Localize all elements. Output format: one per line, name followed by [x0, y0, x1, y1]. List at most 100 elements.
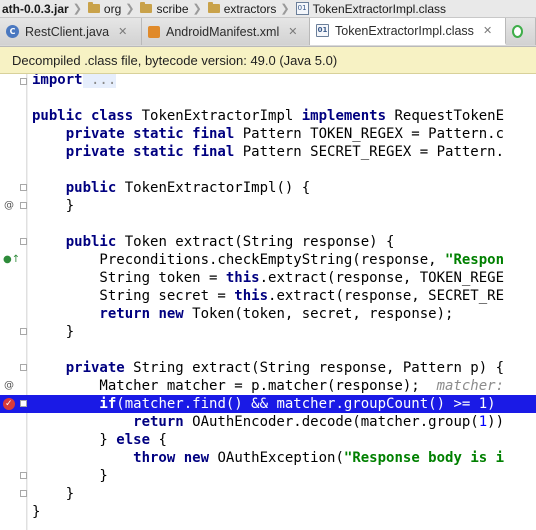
code-text: Preconditions.checkEmptyString(response,: [32, 252, 446, 268]
code-text: Pattern SECRET_REGEX = Pattern.: [234, 144, 505, 160]
breadcrumb: ath-0.0.3.jar ❯ org ❯ scribe ❯ extractors ❯ …: [0, 0, 536, 18]
folder-icon: [207, 2, 220, 13]
code-line[interactable]: private static final Pattern TOKEN_REGEX…: [0, 125, 536, 143]
keyword: public: [32, 180, 117, 196]
code-text: RequestTokenE: [386, 108, 505, 124]
class-file-icon: 01: [316, 24, 329, 37]
code-line[interactable]: }: [0, 467, 536, 485]
close-icon[interactable]: ✕: [288, 25, 297, 38]
code-line[interactable]: ●↑ public Token extract(String response)…: [0, 233, 536, 265]
code-text: (matcher.find() && matcher.groupCount() …: [116, 396, 479, 412]
editor-tab-bar: C RestClient.java ✕ AndroidManifest.xml …: [0, 18, 536, 47]
code-text: {: [150, 432, 167, 448]
keyword: throw: [32, 450, 176, 466]
code-line[interactable]: Preconditions.checkEmptyString(response,…: [0, 251, 536, 269]
fold-toggle-icon[interactable]: [20, 400, 27, 407]
keyword: new: [183, 450, 210, 466]
code-text: TokenExtractorImpl() {: [116, 180, 311, 196]
fold-toggle-icon[interactable]: [20, 184, 27, 191]
code-line[interactable]: }: [0, 503, 536, 521]
keyword: return: [32, 414, 184, 430]
code-line[interactable]: throw new OAuthException("Response body …: [0, 449, 536, 467]
folded-region[interactable]: ...: [82, 74, 117, 88]
code-text: Matcher matcher = p.matcher(response);: [32, 378, 437, 394]
fold-toggle-icon[interactable]: [20, 490, 27, 497]
breadcrumb-item-org[interactable]: org ❯: [86, 0, 139, 17]
xml-file-icon: [148, 25, 160, 38]
code-text: OAuthEncoder.decode(matcher.group(: [183, 414, 479, 430]
keyword: return: [32, 306, 151, 322]
number-literal: 1: [478, 396, 488, 412]
code-text: String extract(String response, Pattern …: [124, 360, 505, 376]
keyword: private static final: [32, 126, 235, 142]
breadcrumb-item-jar[interactable]: ath-0.0.3.jar ❯: [0, 0, 86, 17]
breadcrumb-separator-icon: ❯: [192, 3, 202, 15]
code-text: String token =: [32, 270, 226, 286]
close-icon[interactable]: ✕: [118, 25, 127, 38]
code-text: TokenExtractorImpl: [133, 108, 302, 124]
keyword: this: [234, 288, 269, 304]
breadcrumb-item-class[interactable]: 01 TokenExtractorImpl.class: [294, 0, 450, 17]
code-line[interactable]: private static final Pattern SECRET_REGE…: [0, 143, 536, 161]
code-line[interactable]: return new Token(token, secret, response…: [0, 305, 536, 323]
code-text: )): [487, 414, 505, 430]
fold-toggle-icon[interactable]: [20, 472, 27, 479]
code-line[interactable]: String secret = this.extract(response, S…: [0, 287, 536, 305]
code-line[interactable]: return OAuthEncoder.decode(matcher.group…: [0, 413, 536, 431]
keyword: else: [116, 432, 151, 448]
code-text: Pattern TOKEN_REGEX = Pattern.c: [234, 126, 505, 142]
code-editor[interactable]: import ... public class TokenExtractorIm…: [0, 74, 536, 530]
folder-icon: [140, 2, 153, 13]
code-text: }: [32, 432, 117, 448]
keyword: public: [32, 234, 117, 250]
breadcrumb-separator-icon: ❯: [72, 3, 82, 15]
java-class-icon: C: [6, 25, 19, 38]
tab-label: RestClient.java: [25, 24, 110, 39]
fold-toggle-icon[interactable]: [20, 238, 27, 245]
keyword: private: [32, 360, 125, 376]
tab-restclient-java[interactable]: C RestClient.java ✕: [0, 18, 142, 45]
code-line[interactable]: }: [0, 485, 536, 503]
keyword: this: [225, 270, 260, 286]
code-line[interactable]: }: [0, 197, 536, 215]
string-literal: "Respon: [445, 252, 505, 268]
breakpoint-icon[interactable]: [3, 395, 15, 413]
keyword: public class: [32, 108, 134, 124]
fold-toggle-icon[interactable]: [20, 78, 27, 85]
tab-label: TokenExtractorImpl.class: [335, 23, 474, 38]
breadcrumb-item-scribe[interactable]: scribe ❯: [138, 0, 205, 17]
breadcrumb-label: scribe: [156, 1, 189, 16]
code-line-current-execution[interactable]: if(matcher.find() && matcher.groupCount(…: [0, 395, 536, 413]
keyword: private static final: [32, 144, 235, 160]
keyword: implements: [301, 108, 387, 124]
fold-toggle-icon[interactable]: [20, 364, 27, 371]
tab-tokenextractorimpl-class[interactable]: 01 TokenExtractorImpl.class ✕: [310, 18, 506, 45]
fold-toggle-icon[interactable]: [20, 202, 27, 209]
code-line[interactable]: import ...: [0, 74, 536, 89]
code-text: Token(token, secret, response);: [183, 306, 454, 322]
code-line[interactable]: }: [0, 323, 536, 341]
code-line[interactable]: } else {: [0, 431, 536, 449]
code-line[interactable]: @ private String extract(String response…: [0, 359, 536, 391]
code-text: }: [32, 198, 75, 214]
tab-androidmanifest-xml[interactable]: AndroidManifest.xml ✕: [142, 18, 310, 45]
code-line[interactable]: String token = this.extract(response, TO…: [0, 269, 536, 287]
fold-toggle-icon[interactable]: [20, 328, 27, 335]
close-icon[interactable]: ✕: [483, 24, 492, 37]
code-line[interactable]: public class TokenExtractorImpl implemen…: [0, 107, 536, 125]
code-text: }: [32, 468, 108, 484]
code-text: }: [32, 486, 75, 502]
refresh-icon: [512, 25, 523, 38]
code-text: ): [487, 396, 496, 412]
banner-text: Decompiled .class file, bytecode version…: [12, 53, 338, 68]
breadcrumb-label: extractors: [223, 1, 277, 16]
decompiled-notice-banner: Decompiled .class file, bytecode version…: [0, 47, 536, 74]
code-line[interactable]: @ public TokenExtractorImpl() {: [0, 179, 536, 211]
breadcrumb-item-extractors[interactable]: extractors ❯: [206, 0, 294, 17]
code-line[interactable]: Matcher matcher = p.matcher(response); m…: [0, 377, 536, 395]
breadcrumb-separator-icon: ❯: [125, 3, 135, 15]
breadcrumb-label: ath-0.0.3.jar: [2, 1, 69, 16]
code-text: }: [32, 504, 41, 520]
tab-overflow[interactable]: [506, 18, 536, 45]
